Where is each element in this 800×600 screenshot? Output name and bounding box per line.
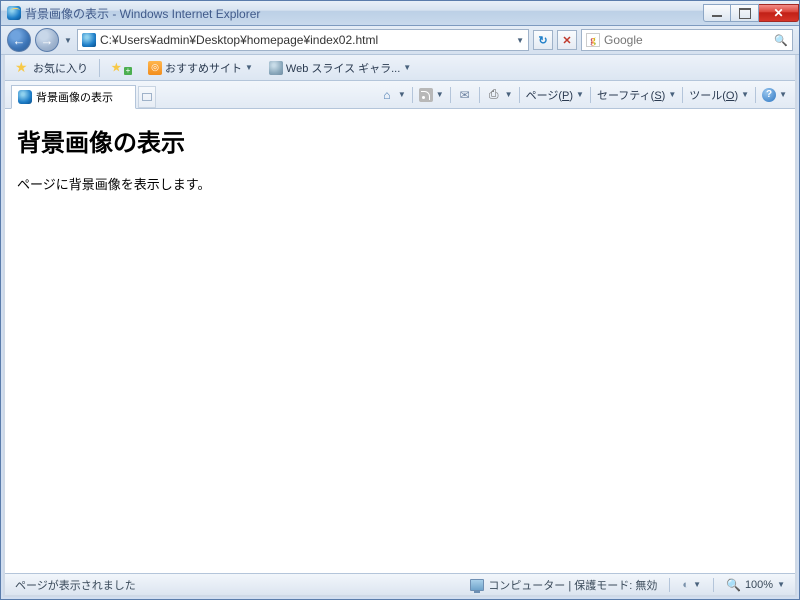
recommended-label: おすすめサイト bbox=[165, 60, 242, 76]
refresh-button[interactable]: ↻ bbox=[533, 30, 553, 50]
command-bar: 背景画像の表示 ⌂▼ ▼ ✉ ⎙▼ ページ(P)▼ セーフティ(S)▼ ツール( bbox=[5, 81, 795, 109]
window-close-button[interactable]: ✕ bbox=[759, 4, 799, 22]
print-button[interactable]: ⎙▼ bbox=[484, 85, 515, 105]
home-icon: ⌂ bbox=[379, 87, 395, 103]
separator bbox=[412, 87, 413, 103]
security-zone[interactable]: コンピューター | 保護モード: 無効 bbox=[466, 577, 661, 593]
fav-add-button[interactable]: + bbox=[106, 58, 137, 78]
back-button[interactable]: ← bbox=[7, 28, 31, 52]
page-heading: 背景画像の表示 bbox=[17, 123, 783, 158]
nav-history-dropdown[interactable]: ▼ bbox=[63, 36, 73, 45]
search-input[interactable] bbox=[604, 33, 770, 47]
favorites-button[interactable]: お気に入り bbox=[11, 57, 93, 79]
star-small-icon bbox=[112, 61, 125, 74]
search-go-icon[interactable]: 🔍 bbox=[774, 34, 788, 47]
zone-text: コンピューター | 保護モード: 無効 bbox=[488, 577, 657, 593]
help-button[interactable]: ?▼ bbox=[760, 86, 789, 104]
browser-tab[interactable]: 背景画像の表示 bbox=[11, 85, 136, 109]
ie-logo-icon bbox=[7, 6, 21, 20]
read-mail-button[interactable]: ✉ bbox=[455, 85, 475, 105]
window-maximize-button[interactable] bbox=[731, 4, 759, 22]
computer-icon bbox=[470, 579, 484, 591]
new-tab-button[interactable] bbox=[138, 86, 156, 108]
zoom-icon: 🔍 bbox=[726, 578, 741, 592]
separator bbox=[99, 59, 100, 77]
feed-button[interactable]: ▼ bbox=[417, 86, 446, 104]
address-bar[interactable]: ▼ bbox=[77, 29, 529, 51]
status-text: ページが表示されました bbox=[11, 577, 140, 593]
tab-favicon bbox=[18, 90, 32, 104]
webslice-label: Web スライス ギャラ... bbox=[286, 60, 400, 76]
favorites-label: お気に入り bbox=[33, 60, 88, 76]
recommended-sites[interactable]: ◎ おすすめサイト ▼ bbox=[143, 57, 258, 79]
status-mode-button[interactable]: ◐▼ bbox=[678, 579, 705, 591]
page-viewport: 背景画像の表示 ページに背景画像を表示します。 bbox=[5, 109, 795, 573]
dropdown-icon: ▼ bbox=[403, 63, 411, 72]
recommended-icon: ◎ bbox=[148, 61, 162, 75]
tools-label: ツール(O) bbox=[689, 87, 738, 103]
safety-label: セーフティ(S) bbox=[597, 87, 665, 103]
webslice-gallery[interactable]: Web スライス ギャラ... ▼ bbox=[264, 57, 416, 79]
rss-icon bbox=[419, 88, 433, 102]
navigation-bar: ← → ▼ ▼ ↻ ✕ g 🔍 bbox=[1, 26, 799, 55]
print-icon: ⎙ bbox=[486, 87, 502, 103]
zoom-value: 100% bbox=[745, 579, 773, 591]
address-input[interactable] bbox=[100, 33, 512, 47]
mode-icon: ◐ bbox=[682, 579, 689, 591]
tools-menu[interactable]: ツール(O)▼ bbox=[687, 85, 751, 105]
page-menu[interactable]: ページ(P)▼ bbox=[524, 85, 586, 105]
star-icon bbox=[16, 61, 30, 75]
page-body-text: ページに背景画像を表示します。 bbox=[17, 174, 783, 193]
window-title: 背景画像の表示 - Windows Internet Explorer bbox=[25, 5, 260, 22]
window-minimize-button[interactable] bbox=[703, 4, 731, 22]
site-icon bbox=[82, 33, 96, 47]
page-icon bbox=[269, 61, 283, 75]
zoom-control[interactable]: 🔍 100% ▼ bbox=[722, 578, 789, 592]
tab-title: 背景画像の表示 bbox=[36, 89, 113, 105]
dropdown-icon: ▼ bbox=[245, 63, 253, 72]
page-label: ページ(P) bbox=[526, 87, 573, 103]
status-bar: ページが表示されました コンピューター | 保護モード: 無効 ◐▼ 🔍 100… bbox=[5, 573, 795, 595]
address-dropdown-icon[interactable]: ▼ bbox=[516, 36, 524, 45]
forward-button[interactable]: → bbox=[35, 28, 59, 52]
safety-menu[interactable]: セーフティ(S)▼ bbox=[595, 85, 678, 105]
stop-button[interactable]: ✕ bbox=[557, 30, 577, 50]
search-box[interactable]: g 🔍 bbox=[581, 29, 793, 51]
help-icon: ? bbox=[762, 88, 776, 102]
google-icon: g bbox=[586, 33, 600, 47]
favorites-bar: お気に入り + ◎ おすすめサイト ▼ Web スライス ギャラ... ▼ bbox=[5, 55, 795, 81]
mail-icon: ✉ bbox=[457, 87, 473, 103]
home-button[interactable]: ⌂▼ bbox=[377, 85, 408, 105]
window-titlebar: 背景画像の表示 - Windows Internet Explorer ✕ bbox=[1, 1, 799, 26]
